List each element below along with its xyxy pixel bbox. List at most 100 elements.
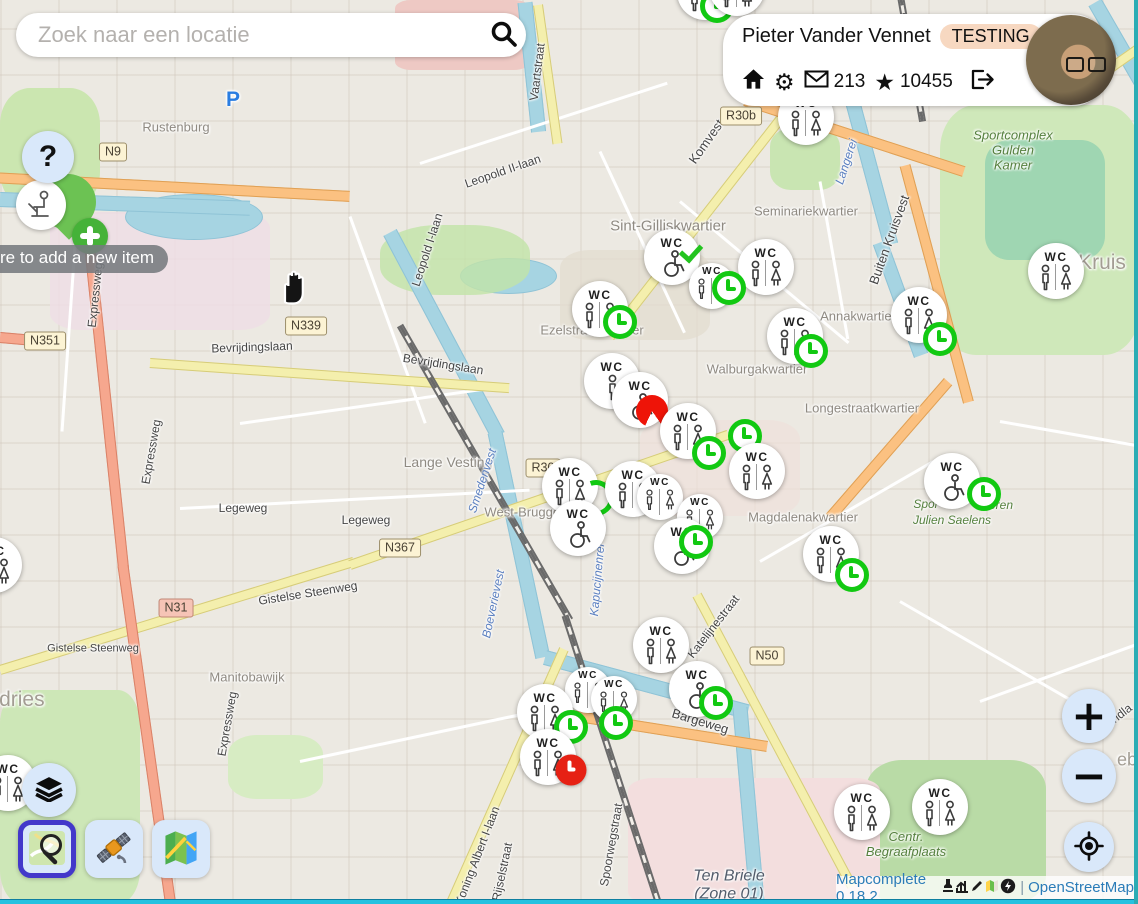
help-button[interactable]: ?: [22, 131, 74, 183]
map-marker-toilet-mf[interactable]: WC: [591, 676, 637, 722]
male-female-icon: [923, 800, 958, 828]
search-button[interactable]: [482, 13, 526, 57]
basemap-osm-carto-button[interactable]: [18, 820, 76, 878]
map-marker-toilet-mf[interactable]: WC: [803, 526, 859, 582]
zoom-in-button[interactable]: +: [1062, 689, 1116, 743]
male-female-icon: [1039, 264, 1074, 292]
basemap-satellite-button[interactable]: [85, 820, 143, 878]
map-markers: WC WC WC WC: [0, 0, 1138, 904]
mini-map-icon: [985, 879, 999, 896]
marker-wc-label: WC: [604, 680, 624, 690]
minus-icon: −: [1071, 755, 1106, 797]
male-female-icon: [643, 489, 678, 517]
map-marker-toilet-mf[interactable]: WC: [0, 537, 22, 593]
marker-status-clock-green-badge: [599, 706, 633, 740]
marker-wc-label: WC: [578, 671, 598, 681]
marker-status-clock-green-badge: [835, 558, 869, 592]
male-female-icon: [720, 0, 755, 9]
viewport-bottom-edge: [0, 899, 1138, 904]
user-avatar[interactable]: [1026, 15, 1116, 105]
marker-wc-label: WC: [908, 295, 931, 307]
map-marker-toilet-mf[interactable]: WC: [572, 281, 628, 337]
map-marker-toilet-mf[interactable]: WC: [834, 784, 890, 840]
openstreetmap-link[interactable]: OpenStreetMap: [1028, 879, 1134, 896]
marker-wc-label: WC: [851, 792, 874, 804]
marker-status-clock-red-badge: [556, 755, 587, 786]
marker-wc-label: WC: [746, 451, 769, 463]
satellite-icon: [94, 828, 134, 871]
plus-icon: +: [1071, 695, 1106, 737]
basemap-style-switcher: [18, 820, 210, 878]
pencil-icon: [970, 879, 984, 897]
marker-wc-label: WC: [929, 787, 952, 799]
map-marker-toilet-wheelchair[interactable]: WC: [550, 500, 606, 556]
geolocate-button[interactable]: [1064, 822, 1114, 872]
marker-status-clock-green-badge: [923, 322, 957, 356]
map-marker-toilet-mf[interactable]: WC: [633, 617, 689, 673]
marker-wc-label: WC: [559, 466, 582, 478]
logout-icon[interactable]: [970, 69, 994, 96]
marker-wc-label: WC: [567, 508, 590, 520]
marker-wc-label: WC: [755, 247, 778, 259]
marker-status-clock-green-badge: [679, 525, 713, 559]
marker-status-clock-green-badge: [794, 334, 828, 368]
marker-wc-label: WC: [820, 534, 843, 546]
messages-envelope-icon[interactable]: [804, 70, 829, 94]
marker-status-clock-green-badge: [603, 305, 637, 339]
map-marker-toilet-wheelchair[interactable]: WC: [654, 518, 710, 574]
user-identity: Pieter Vander Vennet TESTING: [742, 24, 1042, 49]
marker-wc-label: WC: [0, 545, 6, 557]
male-female-icon: [0, 558, 11, 586]
statue-icon: [942, 878, 954, 897]
map-marker-toilet-mf[interactable]: WC: [660, 403, 716, 459]
viewport-right-edge: [1134, 0, 1138, 904]
marker-wc-label: WC: [677, 411, 700, 423]
zoom-out-button[interactable]: −: [1062, 749, 1116, 803]
map-marker-toilet-mf[interactable]: WC: [738, 239, 794, 295]
map-marker-toilet-wheelchair[interactable]: WC: [924, 453, 980, 509]
wheelchair-icon: [937, 474, 967, 502]
avatar-glasses: [1066, 57, 1106, 72]
marker-wc-label: WC: [537, 737, 560, 749]
map-marker-toilet-mf[interactable]: WC: [767, 308, 823, 364]
marker-status-clock-green-badge: [712, 271, 746, 305]
male-female-icon: [789, 110, 824, 138]
map-marker-toilet-mf[interactable]: WC: [891, 287, 947, 343]
layers-button[interactable]: [22, 763, 76, 817]
marker-wc-label: WC: [601, 361, 624, 373]
home-icon[interactable]: [742, 68, 765, 96]
male-female-icon: [740, 464, 775, 492]
add-item-tooltip: re to add a new item: [0, 245, 168, 273]
marker-wc-label: WC: [0, 763, 20, 775]
marker-wc-label: WC: [650, 478, 670, 488]
user-actions: ⚙ 213 ★ 10455: [742, 68, 994, 96]
marker-wc-label: WC: [534, 692, 557, 704]
attribution-separator: |: [1020, 879, 1024, 896]
search-icon: [489, 19, 519, 52]
marker-wc-label: WC: [622, 469, 645, 481]
settings-gear-icon[interactable]: ⚙: [774, 71, 795, 94]
map-marker-toilet-mf[interactable]: WC: [637, 474, 683, 520]
folded-map-icon: [161, 828, 201, 871]
male-female-icon: [749, 260, 784, 288]
marker-wc-label: WC: [661, 237, 684, 249]
basemap-map-button[interactable]: [152, 820, 210, 878]
map-marker-toilet-mf[interactable]: WC: [689, 263, 735, 309]
map-marker-toilet-mf[interactable]: WC: [912, 779, 968, 835]
wheelchair-icon: [563, 521, 593, 549]
testing-badge: TESTING: [940, 24, 1042, 49]
marker-status-clock-green-badge: [692, 436, 726, 470]
map-magnifier-icon: [27, 828, 67, 871]
map-marker-toilet-mf[interactable]: WC: [729, 443, 785, 499]
map-marker-toilet-mf[interactable]: WC: [520, 729, 576, 785]
star-icon[interactable]: ★: [874, 71, 895, 94]
male-female-icon: [644, 638, 679, 666]
marker-wc-label: WC: [1045, 251, 1068, 263]
toilet-sketch-icon: [16, 180, 66, 230]
map-marker-toilet-mf[interactable]: WC: [1028, 243, 1084, 299]
crosshair-icon: [1074, 831, 1104, 864]
search-input[interactable]: [36, 21, 482, 49]
map-marker-toilet-wheelchair[interactable]: WC: [669, 661, 725, 717]
dark-badge-icon: [1000, 878, 1016, 898]
marker-wc-label: WC: [784, 316, 807, 328]
